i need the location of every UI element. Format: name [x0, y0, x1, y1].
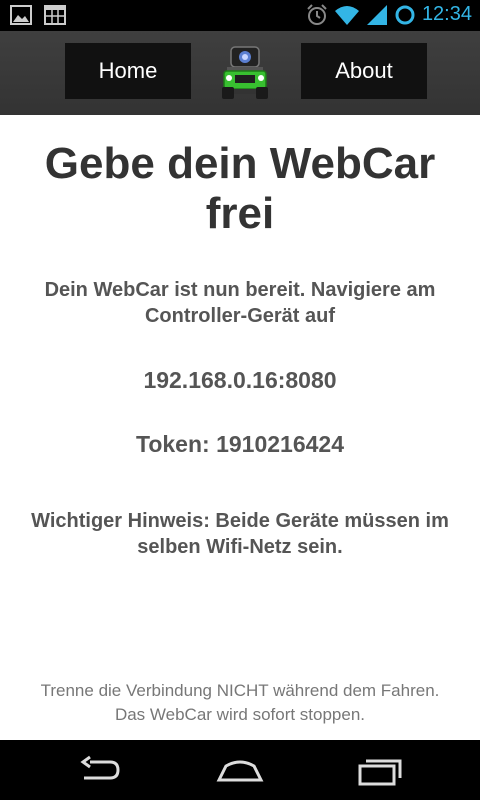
status-bar: 12:34: [0, 0, 480, 31]
network-hint: Wichtiger Hinweis: Beide Geräte müssen i…: [31, 510, 449, 558]
home-icon[interactable]: [216, 754, 264, 786]
recent-apps-icon[interactable]: [358, 754, 404, 786]
sync-icon: [395, 5, 415, 24]
page-title: Gebe dein WebCar frei: [44, 139, 436, 238]
warning-line-1: Trenne die Verbindung NICHT während dem …: [40, 681, 440, 700]
access-token: Token: 1910216424: [136, 431, 344, 457]
image-notification-icon: [10, 5, 32, 25]
system-status: 12:34: [306, 3, 472, 26]
back-icon[interactable]: [78, 754, 122, 786]
about-button[interactable]: About: [301, 43, 427, 99]
main-content: Gebe dein WebCar frei Dein WebCar ist nu…: [0, 115, 480, 740]
system-nav-bar: [0, 740, 480, 800]
action-bar: Home About: [0, 31, 480, 115]
ready-message: Dein WebCar ist nun bereit. Navigiere am…: [44, 279, 436, 327]
jeep-robot-logo: [222, 46, 268, 99]
home-button[interactable]: Home: [65, 43, 191, 99]
disconnect-warning: Trenne die Verbindung NICHT während dem …: [0, 679, 480, 727]
wifi-icon: [334, 5, 359, 25]
notification-icons: [10, 5, 66, 25]
calendar-notification-icon: [44, 5, 66, 25]
alarm-icon: [307, 3, 327, 25]
status-clock: 12:34: [421, 3, 472, 25]
warning-line-2: Das WebCar wird sofort stoppen.: [114, 705, 366, 724]
signal-icon: [366, 4, 387, 25]
server-address: 192.168.0.16:8080: [143, 367, 337, 393]
